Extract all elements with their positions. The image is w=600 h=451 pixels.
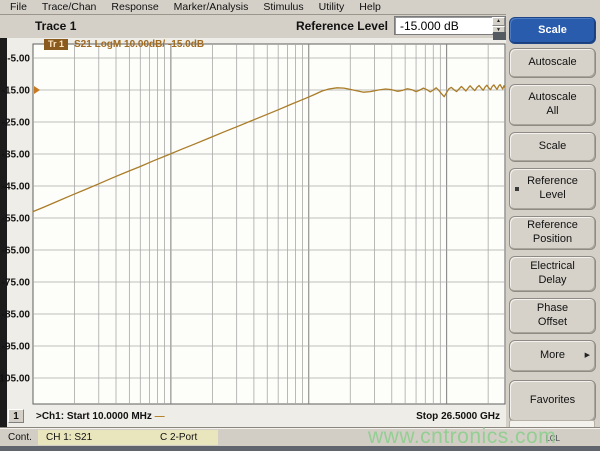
softkey-autoscale-all[interactable]: Autoscale All: [509, 84, 596, 126]
y-axis-label: -15.00: [2, 86, 31, 97]
trace-legend: Tr 1 S21 LogM 10.00dB/ -15.0dB: [44, 39, 204, 51]
channel-status: CH 1: S21: [46, 432, 92, 443]
trace-badge[interactable]: Tr 1: [44, 39, 68, 50]
y-axis-label: -95.00: [2, 342, 31, 353]
softkey-reference-level[interactable]: Reference Level: [509, 168, 596, 210]
start-text: >Ch1: Start 10.0000 MHz: [36, 411, 152, 422]
y-axis-label: -35.00: [2, 150, 31, 161]
reference-level-label: Reference Level: [0, 19, 388, 33]
submenu-arrow-icon: ▶: [585, 352, 590, 361]
y-axis-label: -65.00: [2, 246, 31, 257]
reference-level-marker-icon: [34, 86, 40, 94]
softkey-scale[interactable]: Scale: [509, 17, 596, 44]
softkey-scale[interactable]: Scale: [509, 132, 596, 162]
selected-bullet-icon: [515, 187, 519, 191]
window-bottom-edge: [0, 446, 600, 451]
softkey-reference-position[interactable]: Reference Position: [509, 216, 596, 250]
y-axis-label: -55.00: [2, 214, 31, 225]
menu-trace-chan[interactable]: Trace/Chan: [42, 1, 96, 13]
channel-number-box[interactable]: 1: [8, 409, 24, 423]
lcl-status: LCL: [545, 434, 560, 443]
sweep-start-label: >Ch1: Start 10.0000 MHz —: [36, 411, 164, 422]
spinner-up-button[interactable]: ▲: [492, 17, 505, 26]
sweep-stop-label: Stop 26.5000 GHz: [300, 411, 500, 422]
menu-stimulus[interactable]: Stimulus: [263, 1, 303, 13]
plot-area: -5.00 -15.00 -25.00 -35.00 -45.00 -55.00 -65.0…: [0, 38, 508, 427]
menu-marker-analysis[interactable]: Marker/Analysis: [174, 1, 249, 13]
correction-status: C 2-Port: [160, 432, 197, 443]
menu-file[interactable]: File: [10, 1, 27, 13]
menu-response[interactable]: Response: [111, 1, 158, 13]
status-bar: Cont. CH 1: S21 C 2-Port LCL: [0, 427, 600, 447]
y-axis-label: -75.00: [2, 278, 31, 289]
softkey-favorites[interactable]: Favorites: [509, 380, 596, 422]
y-axis-label: -105.00: [0, 374, 30, 385]
y-axis-label: -25.00: [2, 118, 31, 129]
y-axis-label: -85.00: [2, 310, 31, 321]
trace-legend-text: S21 LogM 10.00dB/ -15.0dB: [74, 39, 204, 50]
menu-help[interactable]: Help: [359, 1, 381, 13]
softkey-autoscale[interactable]: Autoscale: [509, 48, 596, 78]
softkey-sidebar: Scale Autoscale Autoscale All Scale Referenc…: [506, 0, 600, 451]
trace-color-dash-icon: —: [155, 411, 164, 422]
menu-utility[interactable]: Utility: [319, 1, 345, 13]
y-axis-label: -45.00: [2, 182, 31, 193]
softkey-more[interactable]: More▶: [509, 340, 596, 372]
graticule: [33, 44, 505, 404]
softkey-electrical-delay[interactable]: Electrical Delay: [509, 256, 596, 292]
softkey-phase-offset[interactable]: Phase Offset: [509, 298, 596, 334]
sweep-mode-status: Cont.: [8, 432, 32, 443]
reference-level-input[interactable]: -15.000 dB ▲▼: [394, 16, 506, 35]
y-axis-label: -5.00: [7, 54, 30, 65]
reference-level-value: -15.000 dB: [400, 19, 459, 33]
